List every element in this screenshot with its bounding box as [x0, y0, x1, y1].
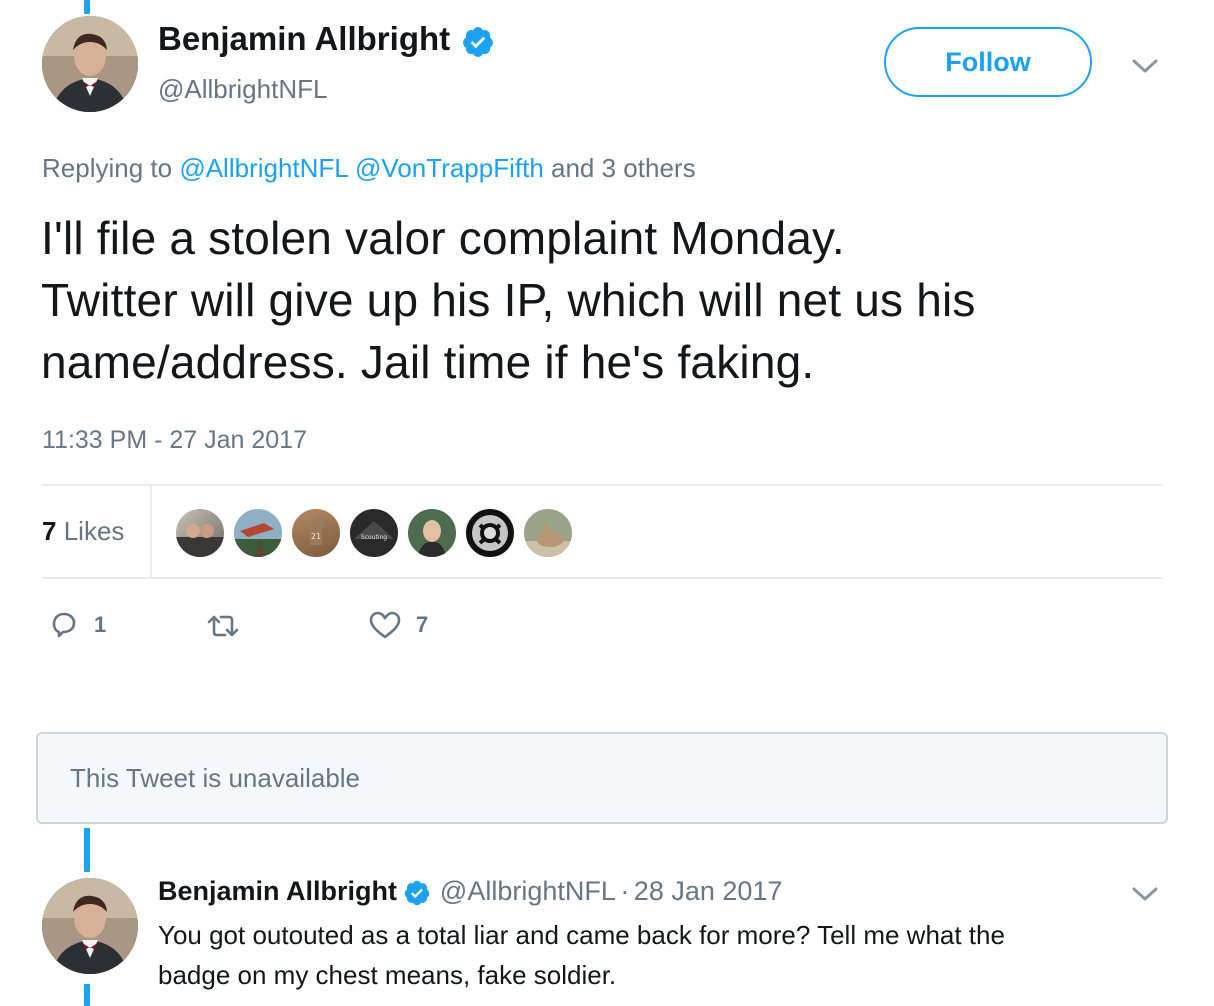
reply-count: 1	[94, 612, 107, 637]
like-button[interactable]: 7	[368, 610, 428, 640]
likes-label: Likes	[63, 516, 125, 546]
reply-icon	[52, 612, 76, 638]
liker-avatar[interactable]	[232, 507, 284, 559]
svg-text:21: 21	[311, 532, 321, 541]
liker-avatar[interactable]: 21	[290, 507, 342, 559]
likes-count: 7	[42, 516, 57, 546]
reply-text-line: You got outouted as a total liar and cam…	[158, 920, 1005, 950]
reply-text: You got outouted as a total liar and cam…	[158, 915, 1158, 995]
mention-link[interactable]: @VonTrappFifth	[355, 153, 544, 183]
stats-bottom-divider	[42, 577, 1162, 579]
replying-others[interactable]: and 3 others	[551, 153, 696, 183]
liker-avatar[interactable]	[174, 507, 226, 559]
verified-badge-icon	[462, 26, 493, 57]
author-handle[interactable]: @AllbrightNFL	[158, 74, 327, 105]
liker-avatar-text: Scouting	[361, 534, 387, 541]
reply-button[interactable]: 1	[48, 610, 106, 640]
stats-vertical-divider	[150, 486, 152, 577]
tweet-text-line: I'll file a stolen valor complaint Monda…	[41, 212, 845, 264]
chevron-down-icon[interactable]	[1131, 884, 1159, 904]
liker-avatar[interactable]	[522, 507, 574, 559]
author-photo	[42, 878, 138, 974]
likes-stat[interactable]: 7 Likes	[42, 516, 124, 547]
reply-author-avatar[interactable]	[42, 878, 138, 974]
verified-badge-icon	[405, 880, 430, 906]
replying-to: Replying to @AllbrightNFL @VonTrappFifth…	[42, 153, 696, 184]
reply-text-line: badge on my chest means, fake soldier.	[158, 960, 617, 990]
author-avatar[interactable]	[42, 16, 138, 112]
retweet-icon	[207, 615, 239, 637]
mention-link[interactable]: @AllbrightNFL	[179, 153, 347, 183]
liker-avatar[interactable]	[406, 507, 458, 559]
tweet-timestamp[interactable]: 11:33 PM - 27 Jan 2017	[42, 426, 307, 455]
liker-avatar[interactable]: Scouting	[348, 507, 400, 559]
thread-line-bottom	[84, 984, 90, 1006]
follow-button[interactable]: Follow	[884, 27, 1092, 97]
reply-date[interactable]: 28 Jan 2017	[634, 876, 783, 906]
author-name-row: Benjamin Allbright	[158, 20, 495, 59]
reply-author-handle[interactable]: @AllbrightNFL	[440, 876, 616, 906]
unavailable-tweet-notice: This Tweet is unavailable	[36, 732, 1168, 824]
heart-icon	[369, 611, 401, 639]
tweet-text: I'll file a stolen valor complaint Monda…	[41, 207, 1191, 393]
replying-prefix: Replying to	[42, 153, 173, 183]
meta-separator: ·	[620, 876, 630, 906]
stats-top-divider	[42, 484, 1162, 486]
tweet-text-line: Twitter will give up his IP, which will …	[41, 274, 976, 326]
liker-avatar[interactable]	[464, 507, 516, 559]
like-count: 7	[416, 612, 429, 637]
retweet-button[interactable]	[203, 612, 257, 640]
author-photo	[42, 16, 138, 112]
reply-header: Benjamin Allbright @AllbrightNFL · 28 Ja…	[158, 876, 782, 907]
tweet-text-line: name/address. Jail time if he's faking.	[41, 336, 815, 388]
reply-author-name[interactable]: Benjamin Allbright	[158, 876, 397, 906]
thread-line-middle	[84, 828, 90, 872]
chevron-down-icon[interactable]	[1131, 56, 1159, 76]
unavailable-text: This Tweet is unavailable	[70, 762, 361, 793]
thread-line-top	[84, 0, 90, 14]
author-name[interactable]: Benjamin Allbright	[158, 20, 450, 57]
